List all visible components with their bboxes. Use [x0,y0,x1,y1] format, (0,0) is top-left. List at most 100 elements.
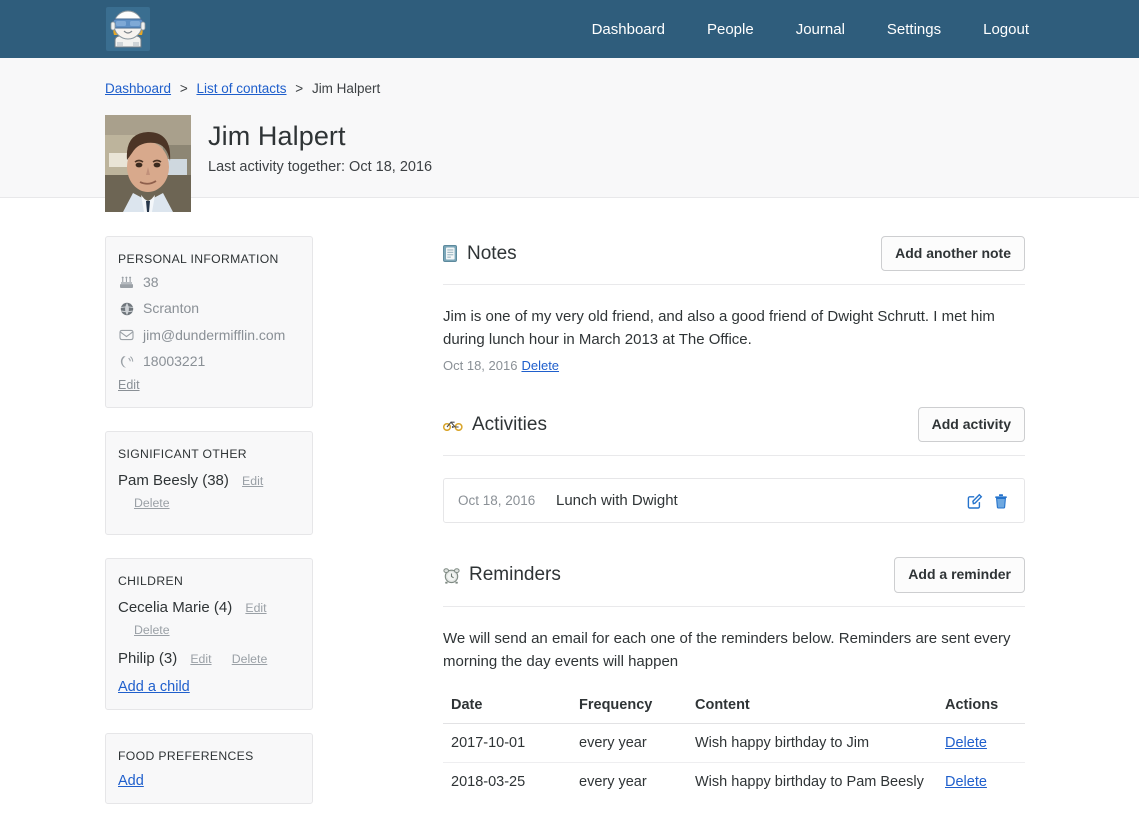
activities-title: Activities [443,414,547,436]
list-item: Cecelia Marie (4) Edit Delete [118,597,298,642]
page-title: Jim Halpert [208,121,432,152]
activity-row: Oct 18, 2016 Lunch with Dwight [443,478,1025,523]
child-name-1: Cecelia Marie (4) [118,599,232,616]
delete-child-2-link[interactable]: Delete [232,652,268,666]
top-navbar: Dashboard People Journal Settings Logout [0,0,1139,58]
delete-reminder-1-link[interactable]: Delete [945,735,987,751]
info-row-email: jim@dundermifflin.com [118,328,298,343]
breadcrumb-item-dashboard[interactable]: Dashboard [105,81,171,96]
panel-title-children: CHILDREN [118,574,298,588]
panel-title-food-preferences: FOOD PREFERENCES [118,749,298,763]
reminder-content-2: Wish happy birthday to Pam Beesly [687,763,937,802]
main-nav: Dashboard People Journal Settings Logout [592,21,1029,38]
reminders-table-header-row: Date Frequency Content Actions [443,691,1025,724]
alarm-clock-icon [443,567,460,584]
delete-reminder-2-link[interactable]: Delete [945,774,987,790]
reminder-content-1: Wish happy birthday to Jim [687,724,937,763]
edit-child-1-link[interactable]: Edit [245,601,266,615]
notes-title-text: Notes [467,243,517,265]
note-text: Jim is one of my very old friend, and al… [443,306,1025,352]
info-value-email: jim@dundermifflin.com [143,328,285,343]
note-date: Oct 18, 2016 [443,358,517,373]
delete-significant-other-link[interactable]: Delete [134,496,170,510]
breadcrumb-item-current: Jim Halpert [312,81,380,96]
child-name-2: Philip (3) [118,650,177,667]
panel-title-personal-information: PERSONAL INFORMATION [118,252,298,266]
activity-name: Lunch with Dwight [556,492,967,509]
panel-significant-other: SIGNIFICANT OTHER Pam Beesly (38) Edit D… [105,431,313,535]
add-activity-button[interactable]: Add activity [918,407,1025,442]
panel-title-significant-other: SIGNIFICANT OTHER [118,447,298,461]
profile-header-band: Dashboard > List of contacts > Jim Halpe… [0,58,1139,198]
activities-title-text: Activities [472,414,547,436]
nav-link-settings[interactable]: Settings [887,21,941,38]
info-value-age: 38 [143,275,159,290]
panel-personal-information: PERSONAL INFORMATION 38 [105,236,313,408]
reminders-header: Reminders Add a reminder [443,557,1025,606]
phone-icon [118,355,135,369]
note-meta: Oct 18, 2016 Delete [443,358,1025,373]
contact-sidebar: PERSONAL INFORMATION 38 [105,198,313,828]
delete-note-link[interactable]: Delete [521,358,559,373]
notes-header: Notes Add another note [443,236,1025,285]
reminder-date-1: 2017-10-01 [443,724,571,763]
add-food-preference-link[interactable]: Add [118,773,144,789]
activity-date: Oct 18, 2016 [458,493,556,508]
column-header-content: Content [687,691,937,724]
page-content: PERSONAL INFORMATION 38 [0,198,1139,828]
nav-link-people[interactable]: People [707,21,754,38]
note-page-icon [443,245,458,262]
column-header-frequency: Frequency [571,691,687,724]
nav-link-logout[interactable]: Logout [983,21,1029,38]
info-row-city: Scranton [118,301,298,316]
edit-square-icon[interactable] [967,493,983,509]
trash-icon[interactable] [994,493,1008,509]
list-item: Pam Beesly (38) Edit Delete [118,470,298,515]
info-row-age: 38 [118,275,298,290]
significant-other-name: Pam Beesly (38) [118,472,229,489]
reminder-actions-2: Delete [937,763,1025,802]
add-a-child-link[interactable]: Add a child [118,679,190,695]
breadcrumb-separator-2: > [295,81,303,96]
table-row: 2018-03-25 every year Wish happy birthda… [443,763,1025,802]
info-value-phone: 18003221 [143,354,205,369]
column-header-date: Date [443,691,571,724]
table-row: 2017-10-01 every year Wish happy birthda… [443,724,1025,763]
reminders-title-text: Reminders [469,564,561,586]
breadcrumb: Dashboard > List of contacts > Jim Halpe… [0,82,1139,96]
breadcrumb-item-list-of-contacts[interactable]: List of contacts [196,81,286,96]
activities-header: Activities Add activity [443,407,1025,456]
reminder-frequency-1: every year [571,724,687,763]
activity-actions [967,493,1008,509]
contact-main-column: Notes Add another note Jim is one of my … [313,198,1139,828]
globe-icon [118,302,135,316]
add-another-note-button[interactable]: Add another note [881,236,1025,271]
bicycle-icon [443,419,463,431]
section-notes: Notes Add another note Jim is one of my … [443,236,1025,373]
contact-photo [105,115,191,212]
panel-children: CHILDREN Cecelia Marie (4) Edit Delete P… [105,558,313,711]
section-activities: Activities Add activity Oct 18, 2016 Lun… [443,407,1025,523]
list-item: Philip (3) Edit Delete [118,648,298,671]
reminder-date-2: 2018-03-25 [443,763,571,802]
reminders-table: Date Frequency Content Actions 2017-10-0… [443,691,1025,801]
info-row-phone: 18003221 [118,354,298,369]
reminders-description: We will send an email for each one of th… [443,628,1025,674]
edit-significant-other-link[interactable]: Edit [242,474,263,488]
column-header-actions: Actions [937,691,1025,724]
nav-link-journal[interactable]: Journal [796,21,845,38]
delete-child-1-link[interactable]: Delete [134,623,170,637]
panel-food-preferences: FOOD PREFERENCES Add [105,733,313,804]
breadcrumb-separator: > [180,81,188,96]
info-value-city: Scranton [143,301,199,316]
profile-summary: Jim Halpert Last activity together: Oct … [0,115,1139,212]
add-a-reminder-button[interactable]: Add a reminder [894,557,1025,592]
birthday-cake-icon [118,276,135,289]
edit-child-2-link[interactable]: Edit [190,652,211,666]
profile-text: Jim Halpert Last activity together: Oct … [208,115,432,175]
reminders-title: Reminders [443,564,561,586]
edit-personal-information-link[interactable]: Edit [118,378,140,392]
last-activity-text: Last activity together: Oct 18, 2016 [208,159,432,175]
nav-link-dashboard[interactable]: Dashboard [592,21,665,38]
astronaut-logo[interactable] [106,7,150,51]
